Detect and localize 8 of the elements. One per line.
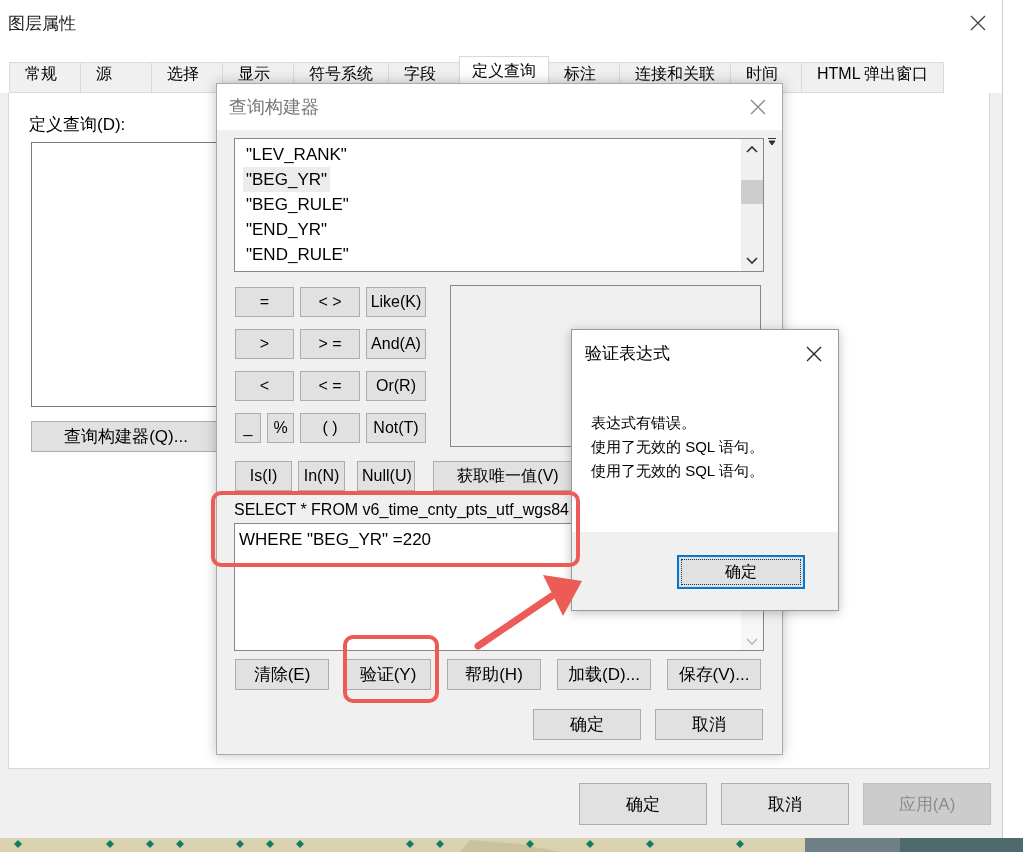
dialog-title: 查询构建器	[229, 96, 319, 119]
error-message: 表达式有错误。	[591, 413, 697, 433]
error-message: 使用了无效的 SQL 语句。	[591, 437, 765, 457]
window-title: 图层属性	[8, 12, 76, 35]
select-statement: SELECT * FROM v6_time_cnty_pts_utf_wgs84	[234, 501, 569, 519]
dialog-title: 验证表达式	[585, 343, 670, 365]
definition-query-label: 定义查询(D):	[29, 114, 126, 136]
error-message: 使用了无效的 SQL 语句。	[591, 461, 765, 481]
